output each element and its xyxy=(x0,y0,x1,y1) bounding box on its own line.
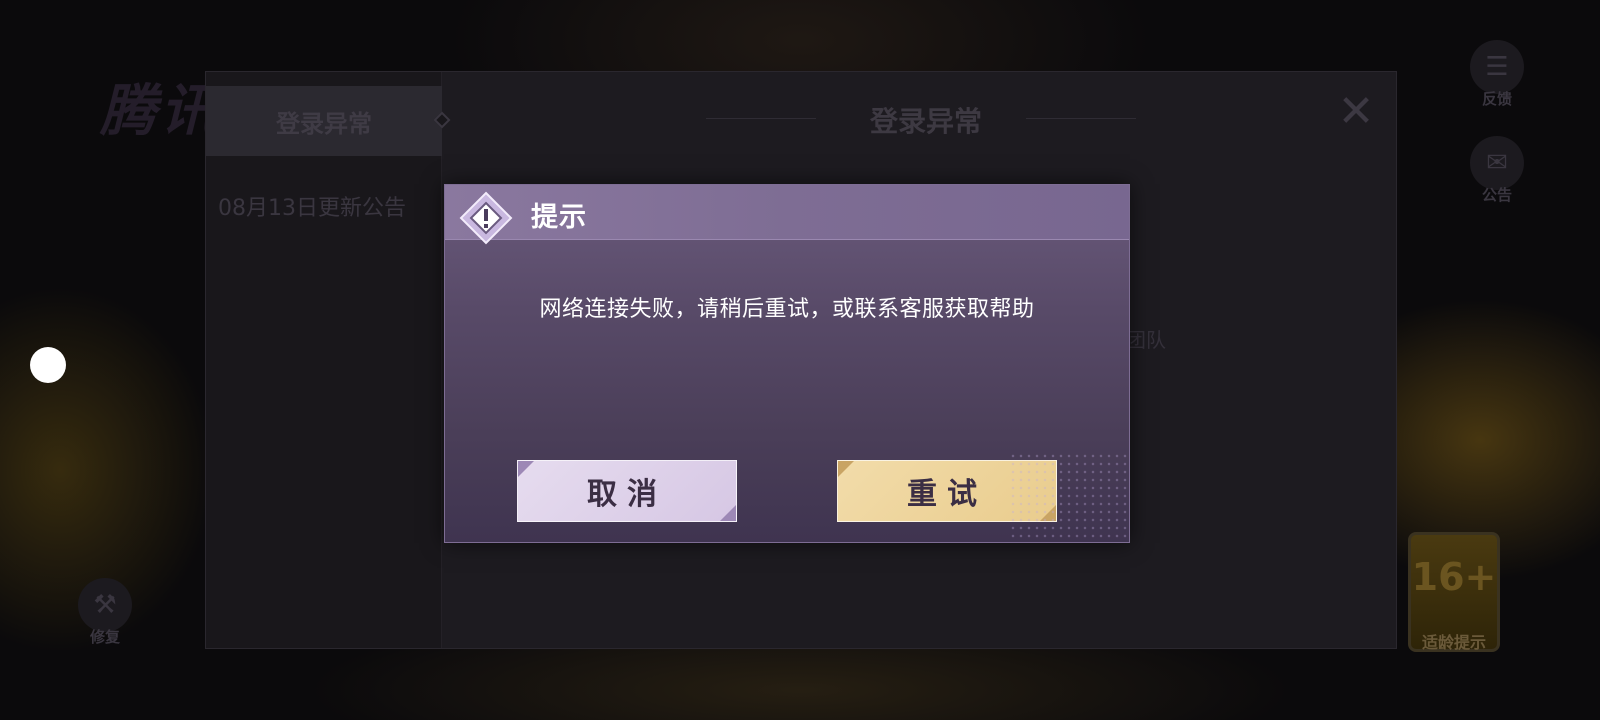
age-rating-badge[interactable]: 16+ 适龄提示 xyxy=(1408,532,1500,652)
feedback-button[interactable]: ☰ 反馈 xyxy=(1462,40,1532,109)
repair-label: 修复 xyxy=(89,628,120,646)
wrench-icon: ⚒ xyxy=(78,578,132,632)
clipboard-icon: ☰ xyxy=(1470,40,1524,94)
repair-button[interactable]: ⚒ 修复 xyxy=(70,578,140,647)
diamond-marker-icon xyxy=(433,111,451,129)
cancel-button[interactable]: 取消 xyxy=(517,460,737,522)
notice-sidebar: 登录异常 08月13日更新公告 xyxy=(206,72,451,648)
warning-icon xyxy=(459,191,513,245)
notice-header-title: 登录异常 xyxy=(869,105,982,138)
retry-button[interactable]: 重试 xyxy=(837,460,1057,522)
announcement-button[interactable]: ✉ 公告 xyxy=(1462,136,1532,205)
floating-assistive-button[interactable] xyxy=(30,347,66,383)
tab-update-notice[interactable]: 08月13日更新公告 xyxy=(218,190,406,222)
alert-dialog: 提示 网络连接失败，请稍后重试，或联系客服获取帮助 取消 重试 xyxy=(444,184,1130,543)
header-divider-right xyxy=(1026,118,1136,119)
game-logo-text: 腾讯 xyxy=(100,79,220,144)
dialog-title: 提示 xyxy=(531,202,587,233)
age-rating-number: 16+ xyxy=(1411,555,1497,599)
notice-body-text: 团队 xyxy=(1126,328,1166,352)
dialog-message: 网络连接失败，请稍后重试，或联系客服获取帮助 xyxy=(539,297,1035,322)
age-rating-label: 适龄提示 xyxy=(1421,633,1486,652)
feedback-label: 反馈 xyxy=(1481,90,1512,108)
tab-login-error[interactable]: 登录异常 xyxy=(206,86,451,156)
announcement-label: 公告 xyxy=(1481,186,1512,204)
close-icon[interactable]: ✕ xyxy=(1334,90,1378,134)
megaphone-icon: ✉ xyxy=(1470,136,1524,190)
tab-login-error-label: 登录异常 xyxy=(276,109,372,138)
